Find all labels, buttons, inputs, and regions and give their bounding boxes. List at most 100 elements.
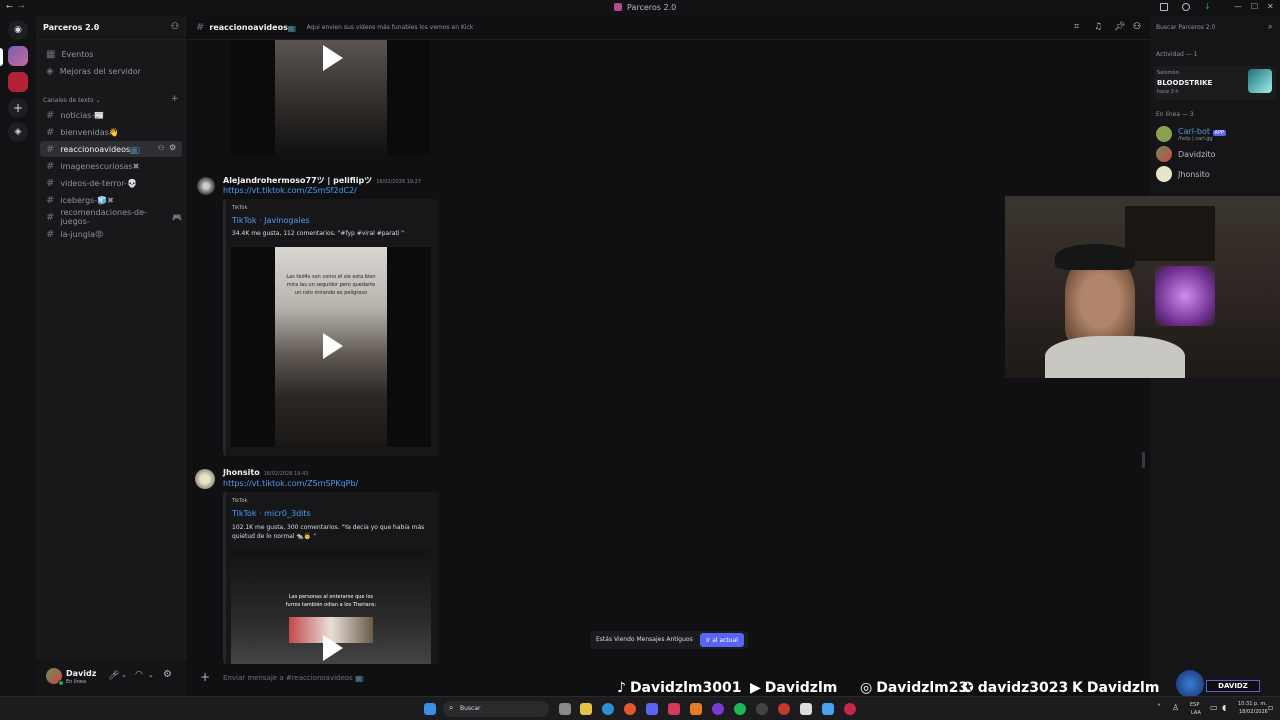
avatar[interactable] [197, 177, 215, 195]
search-input[interactable]: Buscar Parceros 2.0 [1156, 24, 1215, 31]
app-icon[interactable] [844, 703, 856, 715]
chrome-icon[interactable] [756, 703, 768, 715]
message-link[interactable]: https://vt.tiktok.com/ZSmSPKqPb/ [223, 479, 358, 488]
clock-time[interactable]: 10:31 p. m. [1238, 701, 1267, 707]
discord-home-icon[interactable]: ◉ [8, 20, 28, 40]
gear-icon[interactable]: ⚙ [163, 669, 172, 680]
search-bar[interactable]: Buscar Parceros 2.0 ⌕ [1150, 16, 1280, 40]
help-icon[interactable] [1182, 3, 1190, 11]
download-icon[interactable]: ↓ [1204, 2, 1211, 11]
inbox-icon[interactable] [1160, 3, 1168, 11]
notepad-icon[interactable] [822, 703, 834, 715]
message-input[interactable]: Enviar mensaje a #reaccionoavideos 📺 [223, 674, 364, 682]
app-icon[interactable] [800, 703, 812, 715]
discover-icon[interactable]: ◈ [8, 122, 28, 142]
server-parceros-icon[interactable] [8, 46, 28, 66]
username[interactable]: Davidz [66, 669, 96, 678]
microphone-icon[interactable]: 🎤︎ [108, 671, 119, 681]
add-attachment-icon[interactable]: + [200, 670, 210, 684]
tiktok-taskbar-icon[interactable] [668, 703, 680, 715]
channel-topic[interactable]: Aqui envien sus videos más funables los … [307, 24, 474, 31]
add-server-icon[interactable]: + [8, 98, 28, 118]
webcam-cap [1055, 244, 1135, 270]
chevron-down-icon[interactable]: ⌄ [121, 671, 127, 679]
channel-item-videos-de-terror[interactable]: # videos-de-terror- 💀 [40, 175, 182, 191]
back-icon[interactable]: ← [6, 2, 13, 11]
channel-emoji: 📰 [94, 110, 105, 120]
bell-icon[interactable]: ♫ [1094, 22, 1102, 32]
game-icon [1248, 69, 1272, 93]
headphones-icon[interactable]: ◠ [135, 670, 143, 680]
create-channel-icon[interactable]: + [171, 94, 179, 104]
hashtag-icon: # [46, 160, 55, 172]
play-icon [323, 635, 343, 661]
server-boosts-link[interactable]: ◈ Mejoras del servidor [40, 63, 182, 79]
speaker-icon[interactable]: ◖ [1222, 703, 1226, 712]
channel-item-reaccionoavideos[interactable]: # reaccionoavideos 📺 ⚇ ⚙ [40, 141, 182, 157]
social-label: davidz3023 [977, 680, 1069, 696]
spotify-icon[interactable] [734, 703, 746, 715]
channel-item-noticias[interactable]: # noticias- 📰 [40, 107, 182, 123]
member-item[interactable]: Davidzito [1156, 146, 1216, 162]
channel-item-recomendaciones[interactable]: # recomendaciones-de-juegos- 🎮 [40, 208, 182, 226]
gear-icon[interactable]: ⚙ [169, 143, 176, 152]
activity-card[interactable]: Salomón BLOODSTRIKE hace 3 h [1154, 66, 1276, 100]
social-label: Davidzlm3001 [629, 680, 742, 696]
channel-title-emoji: 📺 [287, 23, 297, 32]
channel-item-bienvenidas[interactable]: # bienvenidas 👋 [40, 124, 182, 140]
instagram-icon: ◎ [860, 680, 873, 696]
video-embed[interactable]: Las personas al enterarse que los furros… [231, 549, 431, 664]
taskbar-search[interactable]: ⌕ Buscar [443, 701, 549, 717]
language-indicator[interactable]: ESP [1190, 702, 1199, 708]
threads-icon[interactable]: ⌗ [1074, 22, 1079, 32]
close-button[interactable]: ✕ [1267, 2, 1274, 11]
embed-title[interactable]: TikTok · micr0_3dits [232, 509, 311, 518]
minimize-button[interactable]: — [1234, 2, 1242, 11]
edge-icon[interactable] [602, 703, 614, 715]
windows-start-icon[interactable] [424, 703, 436, 715]
server-red-icon[interactable] [8, 72, 28, 92]
channel-item-imagenescuriosas[interactable]: # imagenescuriosas ✖ [40, 158, 182, 174]
channel-label: imagenescuriosas [60, 161, 133, 171]
pin-icon[interactable]: 📌︎ [1114, 22, 1125, 32]
video-embed[interactable]: Las ted4s son como el sie esta bien mira… [231, 247, 431, 447]
events-link[interactable]: ▦ Eventos [40, 46, 182, 62]
notifications-icon[interactable]: ▫ [1268, 703, 1273, 712]
discord-taskbar-icon[interactable] [646, 703, 658, 715]
add-friend-icon[interactable]: ⚇ [171, 22, 179, 32]
person-icon[interactable]: ♙ [1172, 703, 1179, 712]
taskbar: ⌕ Buscar ˄ ♙ ESP LAA ▭ ◖ 10:31 p. m. 18/… [0, 696, 1280, 720]
window-title: Parceros 2.0 [627, 3, 677, 12]
message-author[interactable]: Alejandrohermoso77ツ | pelifiipツ [223, 175, 372, 186]
firefox-icon[interactable] [624, 703, 636, 715]
avatar[interactable] [195, 469, 215, 489]
chevron-down-icon[interactable]: ⌄ [148, 671, 154, 679]
chevron-up-icon[interactable]: ˄ [1157, 703, 1161, 712]
webcam-shirt [1045, 336, 1185, 378]
obs-icon[interactable] [712, 703, 724, 715]
message-link[interactable]: https://vt.tiktok.com/ZSmSf2dC2/ [223, 186, 357, 195]
message-author[interactable]: Jhonsito [223, 468, 260, 477]
app-icon[interactable] [690, 703, 702, 715]
jump-to-present-button[interactable]: Ir al actual [700, 633, 744, 647]
task-view-icon[interactable] [559, 703, 571, 715]
member-item[interactable]: Carl-bot APP /help | carl.gg [1156, 126, 1226, 142]
forward-icon[interactable]: → [18, 2, 25, 11]
app-icon[interactable] [778, 703, 790, 715]
channel-item-la-jungla[interactable]: # la-jungla 😡 [40, 226, 182, 242]
file-explorer-icon[interactable] [580, 703, 592, 715]
embed-title[interactable]: TikTok · Javinogales [232, 216, 310, 225]
channel-item-icebergs[interactable]: # icebergs- 🧊✖ [40, 192, 182, 208]
clock-date[interactable]: 18/02/2026 [1239, 709, 1268, 715]
maximize-button[interactable]: ☐ [1251, 2, 1258, 11]
video-embed-previous[interactable] [231, 40, 431, 155]
chevron-down-icon: ⌄ [94, 21, 101, 30]
category-header[interactable]: Canales de texto ⌄ [43, 97, 101, 104]
server-header[interactable]: Parceros 2.0 ⌄ ⚇ [36, 16, 186, 40]
boosts-label: Mejoras del servidor [59, 66, 141, 76]
network-icon[interactable]: ▭ [1210, 703, 1218, 712]
member-list-icon[interactable]: ⚇ [1133, 22, 1141, 32]
member-item[interactable]: Jhonsito [1156, 166, 1210, 182]
invite-icon[interactable]: ⚇ [158, 144, 164, 152]
scrollbar-thumb[interactable] [1142, 452, 1145, 468]
